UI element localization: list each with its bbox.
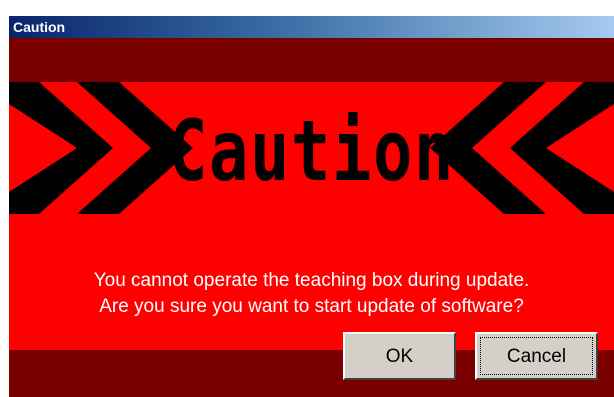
caution-message: You cannot operate the teaching box duri… (9, 268, 614, 320)
title-bar[interactable]: Caution (9, 16, 614, 38)
window-title: Caution (13, 19, 66, 35)
message-line-1: You cannot operate the teaching box duri… (93, 270, 530, 291)
ok-button[interactable]: OK (343, 332, 456, 380)
message-line-2: Are you sure you want to start update of… (99, 296, 524, 317)
caution-dialog: Caution Caution You cannot operate the t… (0, 0, 614, 397)
caution-heading: Caution (167, 102, 456, 200)
cancel-button[interactable]: Cancel (475, 332, 598, 380)
dialog-client-area: Caution You cannot operate the teaching … (9, 38, 614, 397)
caution-banner: Caution You cannot operate the teaching … (9, 82, 614, 350)
